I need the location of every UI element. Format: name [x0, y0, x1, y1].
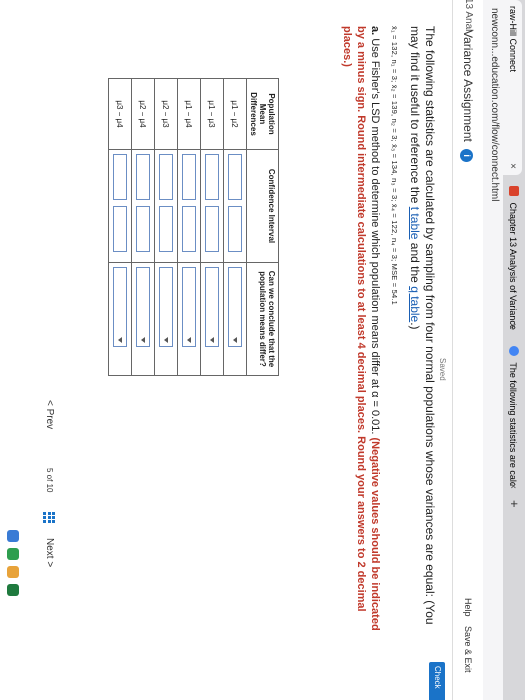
confidence-interval-cell: [131, 149, 155, 263]
conclusion-cell: [177, 262, 201, 376]
excel-icon[interactable]: [7, 584, 19, 596]
conclusion-cell: [223, 262, 247, 376]
tab-label: Chapter 13 Analysis of Variance: [508, 202, 518, 330]
ci-lower-input[interactable]: [205, 154, 219, 200]
mean-difference-label: μ1 − μ4: [177, 78, 201, 150]
confidence-interval-cell: [154, 149, 178, 263]
lsd-results-table: Population Mean Differences Confidence I…: [108, 78, 279, 376]
new-tab-button[interactable]: +: [507, 500, 522, 508]
dock: [2, 520, 22, 700]
save-exit-button[interactable]: Save & Exit: [463, 626, 473, 673]
browser-tab-bar: raw-Hill Connect × Chapter 13 Analysis o…: [503, 0, 525, 700]
browser-tab-chapter13[interactable]: Chapter 13 Analysis of Variance ×: [503, 180, 522, 335]
intro-and: and the: [408, 239, 422, 287]
tab-label: The following statistics are calc: [508, 362, 518, 487]
intro-end: .): [408, 322, 422, 330]
ci-lower-input[interactable]: [136, 154, 150, 200]
conclusion-cell: [200, 262, 224, 376]
address-bar[interactable]: newconn...education.com/flow/connect.htm…: [482, 0, 503, 700]
close-tab-icon[interactable]: ×: [503, 323, 522, 329]
ci-lower-input[interactable]: [159, 154, 173, 200]
question-grid-icon[interactable]: [43, 512, 55, 524]
confidence-interval-cell: [200, 149, 224, 263]
ci-upper-input[interactable]: [159, 206, 173, 252]
table-row: μ2 − μ3: [154, 78, 178, 376]
header-confidence-interval: Confidence Interval: [246, 149, 279, 263]
close-tab-icon[interactable]: ×: [503, 163, 522, 169]
next-button[interactable]: Next >: [44, 538, 55, 567]
assignment-header: 13 Anal Variance Assignment i Help Save …: [452, 0, 483, 700]
conclusion-dropdown[interactable]: [182, 267, 196, 347]
ci-upper-input[interactable]: [113, 206, 127, 252]
mean-difference-label: μ1 − μ2: [223, 78, 247, 150]
check-my-work-button[interactable]: Check: [429, 662, 445, 700]
help-button[interactable]: Help: [463, 598, 473, 617]
photos-icon[interactable]: [7, 566, 19, 578]
conclusion-dropdown[interactable]: [159, 267, 173, 347]
mean-difference-label: μ2 − μ3: [154, 78, 178, 150]
header-conclusion: Can we conclude that the population mean…: [246, 262, 279, 376]
ci-upper-input[interactable]: [182, 206, 196, 252]
conclusion-cell: [154, 262, 178, 376]
t-table-link[interactable]: t table: [408, 207, 422, 240]
question-intro: The following statistics are calculated …: [407, 26, 437, 646]
conclusion-dropdown[interactable]: [205, 267, 219, 347]
facetime-icon[interactable]: [7, 548, 19, 560]
conclusion-cell: [108, 262, 132, 376]
assignment-title: Variance Assignment: [461, 30, 475, 142]
ci-upper-input[interactable]: [136, 206, 150, 252]
browser-tab-connect[interactable]: raw-Hill Connect ×: [503, 0, 522, 175]
mean-difference-label: μ3 − μ4: [108, 78, 132, 150]
conclusion-dropdown[interactable]: [228, 267, 242, 347]
breadcrumb[interactable]: 13 Anal: [463, 0, 474, 31]
table-row: μ1 − μ3: [200, 78, 224, 376]
conclusion-cell: [131, 262, 155, 376]
question-content: The following statistics are calculated …: [340, 26, 437, 646]
browser-tab-search[interactable]: The following statistics are calc ×: [503, 340, 522, 495]
ci-lower-input[interactable]: [228, 154, 242, 200]
confidence-interval-cell: [177, 149, 201, 263]
saved-status: Saved: [438, 358, 447, 381]
q-table-link[interactable]: q table: [408, 286, 422, 322]
prev-button[interactable]: < Prev: [44, 400, 55, 429]
table-row: μ3 − μ4: [108, 78, 132, 376]
table-row: μ1 − μ2: [223, 78, 247, 376]
info-icon[interactable]: i: [460, 149, 473, 163]
page-indicator: 5 of 10: [45, 468, 54, 493]
page-title: Variance Assignment i: [460, 30, 475, 163]
mean-difference-label: μ2 − μ4: [131, 78, 155, 150]
laptop-screen: raw-Hill Connect × Chapter 13 Analysis o…: [0, 0, 525, 700]
ci-upper-input[interactable]: [228, 206, 242, 252]
header-mean-differences: Population Mean Differences: [246, 78, 279, 150]
mean-difference-label: μ1 − μ3: [200, 78, 224, 150]
table-header-row: Population Mean Differences Confidence I…: [246, 78, 279, 376]
part-a-label: a.: [369, 26, 381, 36]
part-a-instructions: a. Use Fisher's LSD method to determine …: [340, 26, 382, 646]
ci-lower-input[interactable]: [182, 154, 196, 200]
table-row: μ2 − μ4: [131, 78, 155, 376]
url-text[interactable]: newconn...education.com/flow/connect.htm…: [489, 8, 500, 201]
conclusion-dropdown[interactable]: [113, 267, 127, 347]
sample-statistics: x̄₁ = 132, n₁ = 3; x̄₂ = 139, n₂ = 3; x̄…: [390, 26, 399, 306]
part-a-text: Use Fisher's LSD method to determine whi…: [369, 35, 381, 438]
connect-favicon-icon: [509, 186, 519, 196]
conclusion-dropdown[interactable]: [136, 267, 150, 347]
finder-icon[interactable]: [7, 530, 19, 542]
table-row: μ1 − μ4: [177, 78, 201, 376]
confidence-interval-cell: [223, 149, 247, 263]
close-tab-icon[interactable]: ×: [503, 483, 522, 489]
ci-lower-input[interactable]: [113, 154, 127, 200]
google-favicon-icon: [509, 346, 519, 356]
tab-label: raw-Hill Connect: [508, 6, 518, 73]
ci-upper-input[interactable]: [205, 206, 219, 252]
confidence-interval-cell: [108, 149, 132, 263]
